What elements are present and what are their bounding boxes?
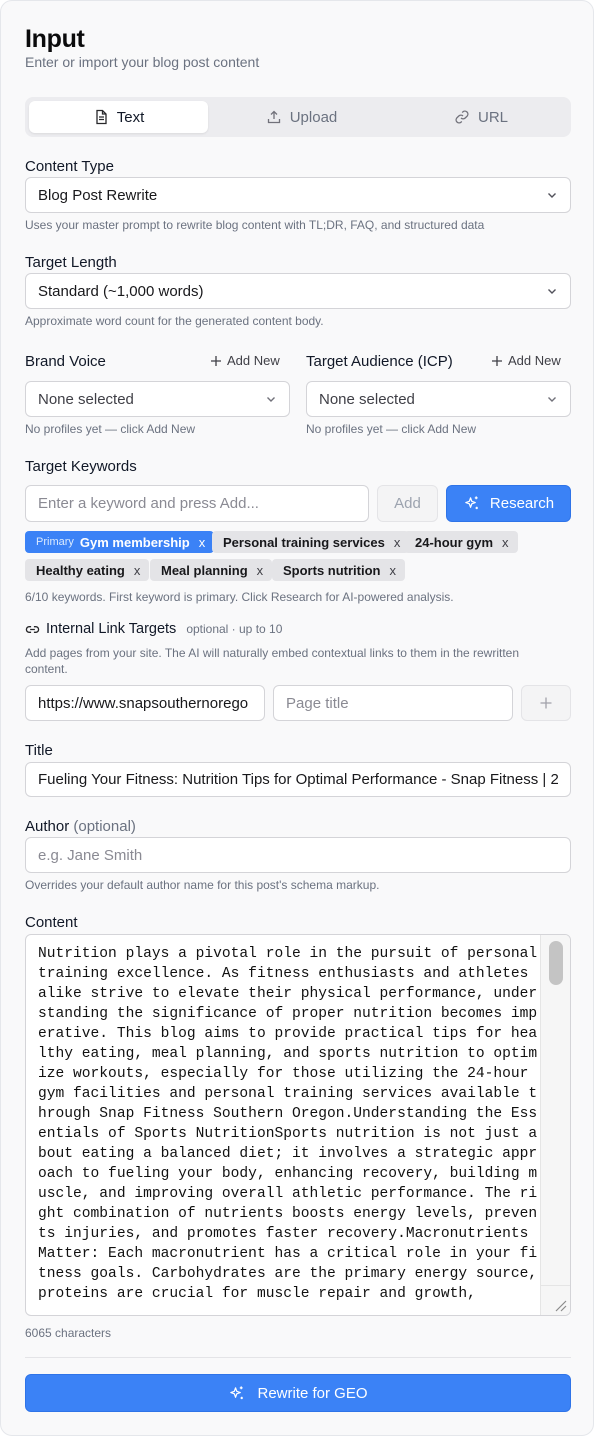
keyword-chip-label: Sports nutrition (283, 562, 381, 578)
brand-voice-add-new-button[interactable]: Add New (210, 353, 280, 368)
keywords-status: 6/10 keywords. First keyword is primary.… (25, 590, 454, 604)
research-button[interactable]: Research (446, 485, 571, 522)
keyword-chip: Meal planning x (150, 559, 273, 581)
author-help: Overrides your default author name for t… (25, 878, 380, 892)
sparkles-icon (230, 1385, 244, 1399)
internal-links-label: Internal Link Targets (46, 621, 177, 637)
scrollbar-thumb[interactable] (549, 941, 563, 985)
plus-icon (492, 355, 502, 366)
document-icon (96, 109, 107, 125)
author-label: Author (optional) (25, 818, 136, 835)
internal-link-title-input[interactable] (273, 685, 513, 721)
tab-upload[interactable]: Upload (212, 101, 391, 133)
tab-text[interactable]: Text (29, 101, 208, 133)
upload-icon (267, 110, 280, 124)
chevron-down-icon (548, 397, 556, 402)
resize-handle[interactable] (540, 1285, 570, 1315)
tab-url-label: URL (477, 108, 508, 126)
tab-text-label: Text (116, 108, 145, 126)
keyword-chip-label: Healthy eating (36, 562, 125, 578)
brand-voice-help: No profiles yet — click Add New (25, 422, 196, 436)
author-optional: (optional) (73, 818, 136, 835)
keyword-chip-label: Meal planning (161, 562, 248, 578)
content-text: Nutrition plays a pivotal role in the pu… (38, 946, 538, 1302)
internal-links-header: Internal Link Targets optional · up to 1… (25, 621, 282, 637)
content-type-select[interactable]: Blog Post Rewrite (25, 177, 571, 213)
brand-voice-label: Brand Voice (25, 353, 106, 370)
resize-grip-icon (555, 1300, 567, 1312)
plus-icon (540, 697, 552, 709)
target-length-help: Approximate word count for the generated… (25, 314, 324, 328)
target-audience-add-new-button[interactable]: Add New (491, 353, 561, 368)
internal-link-url-input[interactable] (25, 685, 265, 721)
tab-upload-label: Upload (289, 108, 338, 126)
content-scrollbar[interactable] (540, 935, 570, 1287)
page-title: Input (25, 25, 85, 53)
sparkles-icon (465, 496, 478, 510)
author-input[interactable] (25, 837, 571, 873)
keyword-chip-label: 24-hour gym (415, 534, 494, 550)
add-internal-link-button[interactable] (521, 685, 571, 721)
content-type-label: Content Type (25, 158, 114, 175)
rewrite-for-geo-button[interactable]: Rewrite for GEO (25, 1374, 571, 1412)
keyword-chip: Personal training services x (212, 531, 410, 553)
keyword-chip-label: Gym membership (79, 534, 190, 550)
remove-keyword-button[interactable]: x (199, 535, 206, 550)
author-label-text: Author (25, 818, 70, 835)
divider (25, 1357, 571, 1358)
content-label: Content (25, 914, 78, 931)
target-audience-add-new-label: Add New (508, 353, 561, 368)
chevron-down-icon (548, 289, 556, 294)
remove-keyword-button[interactable]: x (502, 535, 509, 550)
remove-keyword-button[interactable]: x (257, 563, 264, 578)
input-panel: Input Enter or import your blog post con… (0, 0, 594, 1436)
target-length-select[interactable]: Standard (~1,000 words) (25, 273, 571, 309)
remove-keyword-button[interactable]: x (394, 535, 401, 550)
primary-tag: Primary (36, 536, 74, 548)
keyword-chip: 24-hour gym x (404, 531, 518, 553)
content-char-count: 6065 characters (25, 1326, 112, 1340)
target-keywords-label: Target Keywords (25, 458, 137, 475)
title-label: Title (25, 742, 53, 759)
content-textarea[interactable]: Nutrition plays a pivotal role in the pu… (25, 934, 571, 1316)
research-button-label: Research (489, 495, 555, 512)
chevron-down-icon (267, 397, 275, 402)
keyword-chip-label: Personal training services (223, 534, 385, 550)
keyword-chip: Healthy eating x (25, 559, 150, 581)
brand-voice-add-new-label: Add New (227, 353, 280, 368)
content-type-value: Blog Post Rewrite (38, 186, 158, 204)
add-keyword-button[interactable]: Add (377, 485, 438, 522)
target-audience-help: No profiles yet — click Add New (306, 422, 477, 436)
remove-keyword-button[interactable]: x (390, 563, 397, 578)
internal-links-note: optional · up to 10 (186, 622, 283, 636)
rewrite-button-label: Rewrite for GEO (257, 1384, 368, 1402)
page-subtitle: Enter or import your blog post content (25, 54, 260, 70)
target-audience-select[interactable]: None selected (306, 381, 571, 417)
chevron-down-icon (548, 193, 556, 198)
brand-voice-value: None selected (38, 390, 134, 408)
tab-url[interactable]: URL (395, 101, 567, 133)
target-audience-label: Target Audience (ICP) (306, 353, 453, 370)
keyword-chip: Sports nutrition x (272, 559, 405, 581)
plus-icon (211, 355, 221, 366)
link-icon (25, 625, 40, 633)
target-length-label: Target Length (25, 254, 117, 271)
input-mode-tabs: Text Upload URL (25, 97, 571, 137)
content-type-help: Uses your master prompt to rewrite blog … (25, 218, 485, 232)
brand-voice-select[interactable]: None selected (25, 381, 290, 417)
target-length-value: Standard (~1,000 words) (38, 282, 204, 300)
target-audience-value: None selected (319, 390, 415, 408)
link-icon (455, 110, 469, 124)
internal-links-help: Add pages from your site. The AI will na… (25, 646, 520, 676)
keyword-chip-primary: Primary Gym membership x (25, 531, 215, 553)
keyword-input[interactable] (25, 485, 369, 522)
remove-keyword-button[interactable]: x (134, 563, 141, 578)
title-input[interactable] (25, 762, 571, 797)
